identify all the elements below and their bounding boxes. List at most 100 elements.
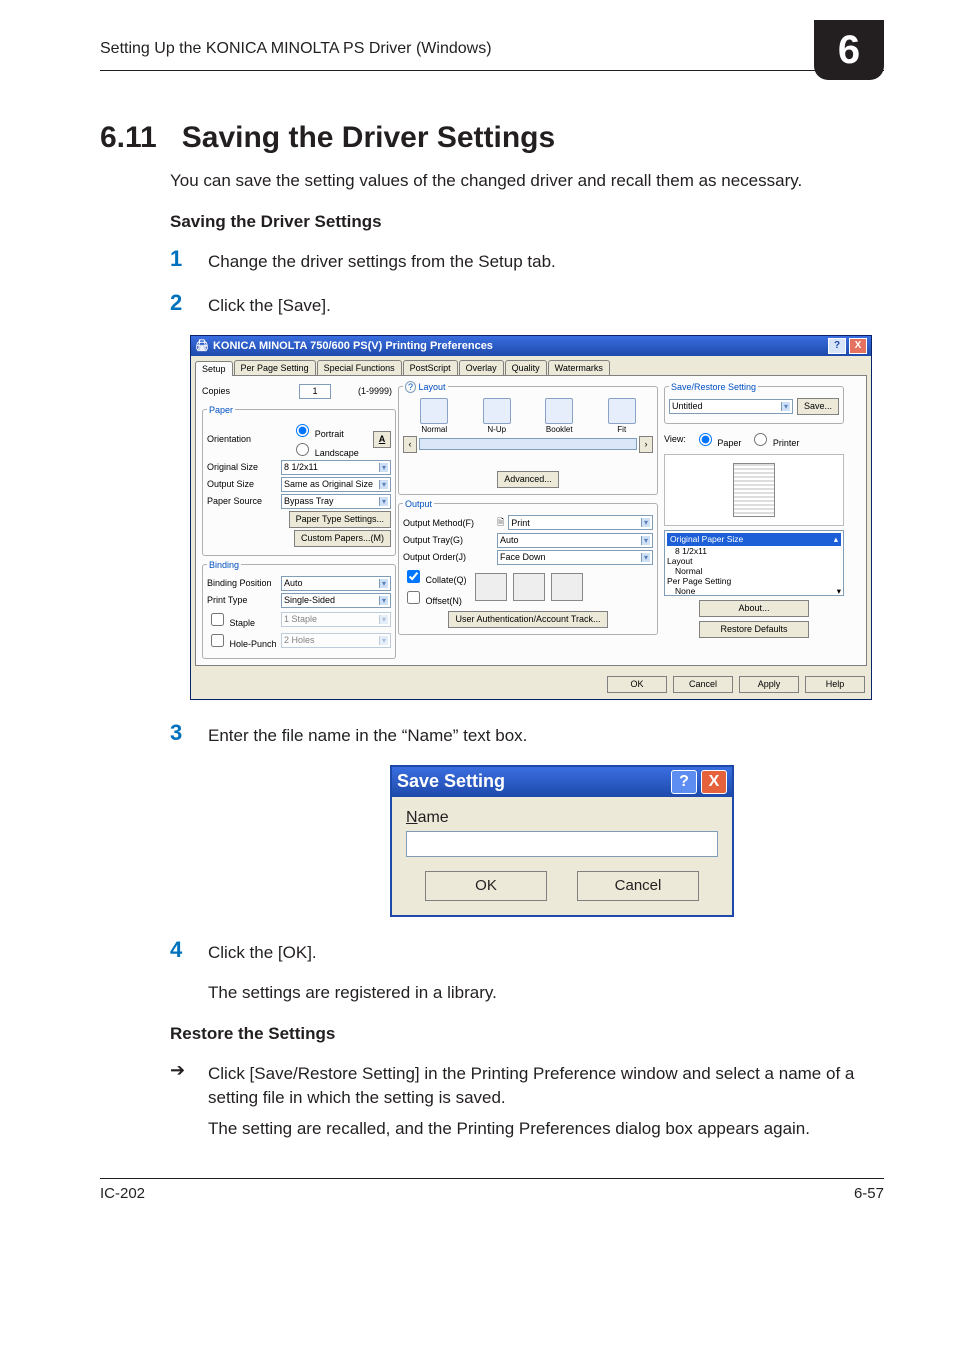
- copies-input[interactable]: 1: [299, 384, 331, 399]
- layout-advanced-button[interactable]: Advanced...: [497, 471, 559, 488]
- apply-button[interactable]: Apply: [739, 676, 799, 693]
- chapter-number-box: 6: [814, 20, 884, 80]
- summary-row: 8 1/2x11: [667, 546, 841, 556]
- cancel-button[interactable]: Cancel: [673, 676, 733, 693]
- output-group: Output Output Method(F) 🗎 Print▾ Output …: [398, 499, 658, 635]
- output-tray-icon: [513, 573, 545, 601]
- about-button[interactable]: About...: [699, 600, 809, 617]
- dialog-title: KONICA MINOLTA 750/600 PS(V) Printing Pr…: [213, 340, 493, 352]
- orientation-landscape-radio[interactable]: Landscape: [291, 440, 359, 458]
- orientation-a-button[interactable]: A: [373, 431, 391, 448]
- output-size-select[interactable]: Same as Original Size▾: [281, 477, 391, 492]
- output-group-legend: Output: [403, 499, 434, 509]
- layout-fit-label: Fit: [617, 425, 626, 434]
- custom-papers-button[interactable]: Custom Papers...(M): [294, 530, 391, 547]
- orientation-portrait-label: Portrait: [315, 429, 344, 439]
- tab-watermarks[interactable]: Watermarks: [548, 360, 610, 375]
- layout-scroll-track[interactable]: [419, 438, 637, 450]
- save-button[interactable]: Save...: [797, 398, 839, 415]
- close-icon[interactable]: X: [849, 338, 867, 354]
- settings-summary[interactable]: Original Paper Size▴ 8 1/2x11 Layout Nor…: [664, 530, 844, 596]
- summary-scroll-down[interactable]: ▾: [837, 586, 841, 596]
- saved-setting-select[interactable]: Untitled ▾: [669, 399, 793, 414]
- layout-scroll-right[interactable]: ›: [639, 436, 653, 453]
- binding-position-select[interactable]: Auto▾: [281, 576, 391, 591]
- help-icon[interactable]: ?: [828, 338, 846, 354]
- dialog-titlebar: 🖨 KONICA MINOLTA 750/600 PS(V) Printing …: [191, 336, 871, 356]
- layout-nup[interactable]: N-Up: [479, 398, 515, 434]
- print-type-value: Single-Sided: [284, 595, 335, 605]
- chevron-down-icon: ▾: [781, 402, 790, 411]
- layout-booklet-icon: [545, 398, 573, 424]
- output-method-select[interactable]: Print▾: [508, 515, 653, 530]
- output-tray-select[interactable]: Auto▾: [497, 533, 653, 548]
- ok-button[interactable]: OK: [607, 676, 667, 693]
- paper-source-value: Bypass Tray: [284, 496, 334, 506]
- original-size-select[interactable]: 8 1/2x11▾: [281, 460, 391, 475]
- step-number-1: 1: [170, 246, 208, 272]
- summary-row: Layout: [667, 556, 841, 566]
- save-setting-titlebar: Save Setting ? X: [392, 767, 732, 797]
- subheading-saving: Saving the Driver Settings: [170, 212, 884, 232]
- print-type-select[interactable]: Single-Sided▾: [281, 593, 391, 608]
- chevron-down-icon: ▾: [379, 615, 388, 624]
- view-label: View:: [664, 434, 686, 444]
- layout-group: ? Layout Normal N-Up Booklet Fit ‹: [398, 382, 658, 495]
- layout-scroll-left[interactable]: ‹: [403, 436, 417, 453]
- staple-value: 1 Staple: [284, 614, 317, 624]
- print-type-label: Print Type: [207, 595, 277, 605]
- layout-group-legend: ? Layout: [403, 382, 448, 392]
- help-button[interactable]: Help: [805, 676, 865, 693]
- user-authentication-button[interactable]: User Authentication/Account Track...: [448, 611, 607, 628]
- view-printer-radio[interactable]: Printer: [749, 430, 799, 448]
- tab-overlay[interactable]: Overlay: [459, 360, 504, 375]
- paper-source-label: Paper Source: [207, 496, 277, 506]
- output-method-icon: 🗎: [497, 515, 504, 531]
- tab-special-functions[interactable]: Special Functions: [317, 360, 402, 375]
- staple-select: 1 Staple ▾: [281, 612, 391, 627]
- collate-checkbox[interactable]: Collate(Q): [403, 567, 467, 586]
- layout-help-icon[interactable]: ?: [405, 381, 416, 393]
- layout-fit[interactable]: Fit: [604, 398, 640, 434]
- tab-per-page-setting[interactable]: Per Page Setting: [234, 360, 316, 375]
- orientation-portrait-radio[interactable]: Portrait: [291, 421, 359, 439]
- tab-setup[interactable]: Setup: [195, 361, 233, 376]
- help-icon[interactable]: ?: [671, 770, 697, 794]
- step-text-2: Click the [Save].: [208, 290, 331, 319]
- saved-setting-value: Untitled: [672, 401, 703, 411]
- copies-label: Copies: [202, 386, 272, 396]
- paper-type-settings-button[interactable]: Paper Type Settings...: [289, 511, 391, 528]
- name-input[interactable]: [406, 831, 718, 857]
- layout-normal[interactable]: Normal: [416, 398, 452, 434]
- output-method-value: Print: [511, 518, 530, 528]
- ok-button[interactable]: OK: [425, 871, 547, 901]
- close-icon[interactable]: X: [701, 770, 727, 794]
- layout-normal-icon: [420, 398, 448, 424]
- tab-postscript[interactable]: PostScript: [403, 360, 458, 375]
- staple-label: Staple: [230, 618, 256, 628]
- output-order-select[interactable]: Face Down▾: [497, 550, 653, 565]
- summary-header: Original Paper Size: [670, 534, 743, 545]
- summary-scroll-up[interactable]: ▴: [834, 534, 838, 545]
- cancel-button[interactable]: Cancel: [577, 871, 699, 901]
- step-text-3: Enter the file name in the “Name” text b…: [208, 720, 527, 749]
- layout-nup-label: N-Up: [487, 425, 506, 434]
- offset-checkbox[interactable]: Offset(N): [403, 588, 467, 607]
- staple-checkbox[interactable]: Staple: [207, 610, 277, 629]
- layout-booklet-label: Booklet: [546, 425, 573, 434]
- save-restore-legend: Save/Restore Setting: [669, 382, 758, 392]
- view-paper-radio[interactable]: Paper: [694, 430, 742, 448]
- header-rule: [100, 70, 884, 71]
- original-size-label: Original Size: [207, 462, 277, 472]
- restore-defaults-button[interactable]: Restore Defaults: [699, 621, 809, 638]
- layout-booklet[interactable]: Booklet: [541, 398, 577, 434]
- paper-source-select[interactable]: Bypass Tray▾: [281, 494, 391, 509]
- after-ok-text: The settings are registered in a library…: [208, 981, 884, 1006]
- copies-range: (1-9999): [358, 386, 392, 396]
- intro-paragraph: You can save the setting values of the c…: [170, 169, 884, 194]
- tab-quality[interactable]: Quality: [505, 360, 547, 375]
- chevron-down-icon: ▾: [379, 636, 388, 645]
- name-accelerator: N: [406, 809, 418, 826]
- hole-punch-checkbox[interactable]: Hole-Punch: [207, 631, 277, 650]
- save-setting-title: Save Setting: [397, 771, 505, 792]
